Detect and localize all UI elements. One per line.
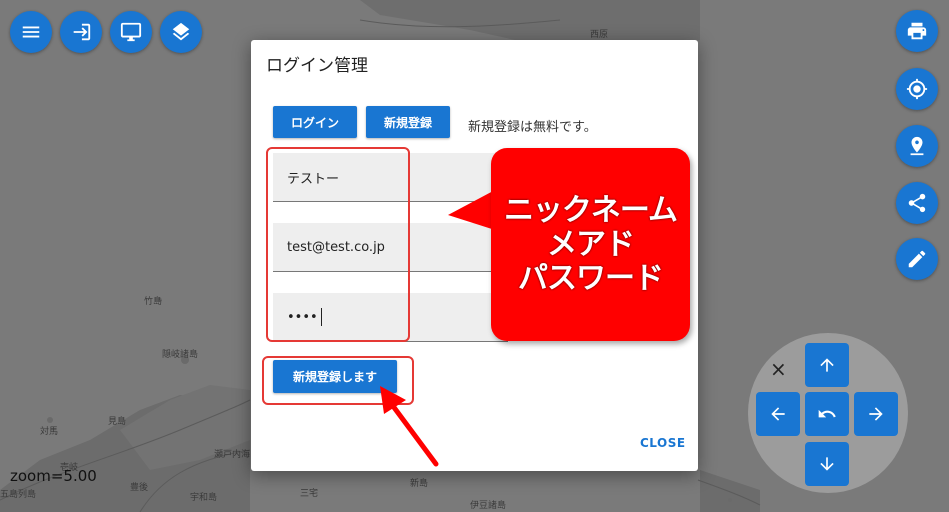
menu-icon xyxy=(22,26,40,38)
pointer-arrow xyxy=(380,386,439,467)
pan-right-button[interactable] xyxy=(854,392,898,436)
edit-button[interactable] xyxy=(896,238,938,280)
fields-highlight xyxy=(266,147,410,342)
layers-icon xyxy=(172,22,190,41)
map-label: 隠岐諸島 xyxy=(162,350,199,360)
map-label: 三宅 xyxy=(300,489,319,499)
dpad-close-button[interactable]: × xyxy=(770,357,787,381)
share-icon xyxy=(908,193,926,213)
print-icon xyxy=(907,22,927,40)
screen-button[interactable] xyxy=(110,11,152,53)
annotation-callout: ニックネーム メアド パスワード xyxy=(491,148,690,341)
map-label: 伊豆諸島 xyxy=(470,501,507,511)
pan-left-button[interactable] xyxy=(756,392,800,436)
map-label: 新島 xyxy=(410,479,429,489)
arrow-down-icon xyxy=(820,457,834,471)
map-label: 西原 xyxy=(590,30,609,40)
callout-line: メアド xyxy=(547,226,635,262)
map-pin-icon xyxy=(910,136,924,156)
map-label: 瀬戸内海 xyxy=(214,450,251,460)
login-button[interactable] xyxy=(60,11,102,53)
reset-button[interactable] xyxy=(805,392,849,436)
map-label: 豊後 xyxy=(130,483,149,493)
tab-login[interactable]: ログイン xyxy=(273,106,357,138)
register-note: 新規登録は無料です。 xyxy=(468,120,597,135)
map-label: 宇和島 xyxy=(190,493,218,503)
share-button[interactable] xyxy=(896,182,938,224)
edit-icon xyxy=(908,250,926,268)
login-icon xyxy=(73,23,91,41)
dialog-title: ログイン管理 xyxy=(266,56,368,76)
zoom-indicator: zoom=5.00 xyxy=(10,467,97,485)
arrow-up-icon xyxy=(820,358,834,372)
map-label: 対馬 xyxy=(40,427,59,437)
arrow-left-icon xyxy=(771,407,785,421)
map-label: 見島 xyxy=(108,417,127,427)
print-button[interactable] xyxy=(896,10,938,52)
undo-icon xyxy=(818,409,836,418)
arrow-right-icon xyxy=(869,407,883,421)
map-label: 竹島 xyxy=(144,297,163,307)
callout-line: ニックネーム xyxy=(503,192,678,228)
pan-up-button[interactable] xyxy=(805,343,849,387)
callout-line: パスワード xyxy=(518,260,664,296)
layers-button[interactable] xyxy=(160,11,202,53)
pan-down-button[interactable] xyxy=(805,442,849,486)
tab-register[interactable]: 新規登録 xyxy=(366,106,450,138)
locate-button[interactable] xyxy=(896,68,938,110)
monitor-icon xyxy=(120,22,142,42)
pin-button[interactable] xyxy=(896,125,938,167)
close-button[interactable]: CLOSE xyxy=(640,436,686,450)
map-label: 五島列島 xyxy=(0,490,37,500)
gps-icon xyxy=(906,78,928,100)
menu-button[interactable] xyxy=(10,11,52,53)
